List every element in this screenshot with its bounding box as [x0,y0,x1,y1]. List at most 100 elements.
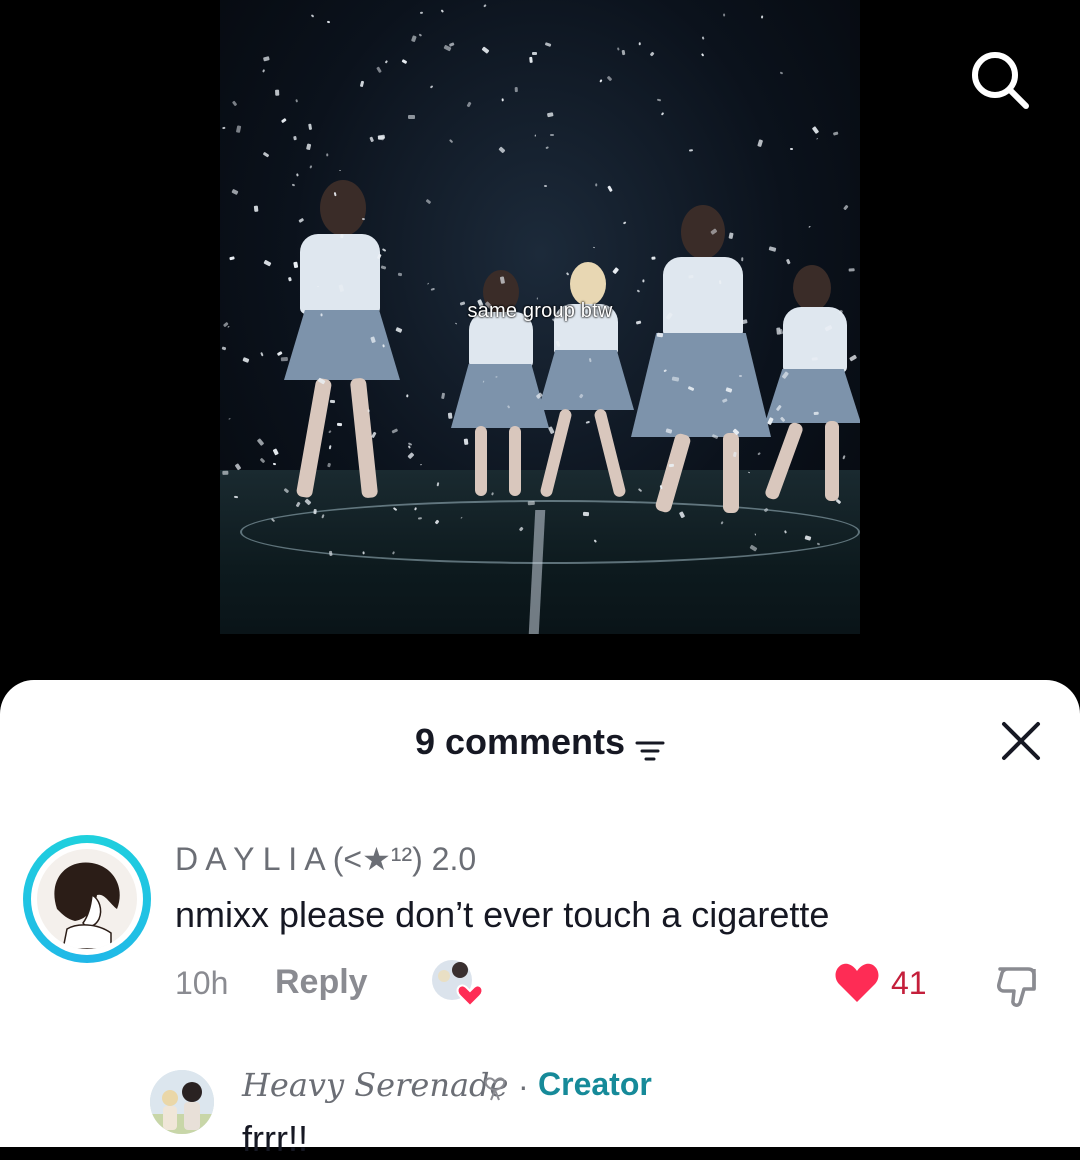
confetti-particle [221,471,229,476]
confetti-particle [780,71,784,75]
confetti-particle [275,89,280,97]
confetti-particle [338,170,341,172]
video-caption: same group btw [467,300,613,322]
confetti-particle [528,57,533,63]
confetti-particle [481,46,490,54]
confetti-particle [375,66,382,74]
confetti-particle [441,9,445,13]
confetti-particle [832,131,839,136]
comments-count-title: 9 comments [414,721,626,762]
confetti-particle [259,457,266,464]
confetti-particle [227,417,231,420]
creator-badge: Creator [538,1066,652,1102]
confetti-particle [815,137,818,141]
confetti-particle [294,99,299,104]
comment-username[interactable]: D A Y L I A (<★¹²) 2.0 [175,840,476,878]
comments-header: 9 comments [0,720,1080,764]
confetti-particle [757,139,763,147]
confetti-particle [256,438,265,447]
confetti-particle [307,123,312,131]
close-button[interactable] [998,718,1044,764]
confetti-particle [761,15,764,19]
confetti-particle [598,79,603,84]
reply-username[interactable]: Heavy Serenade [242,1066,508,1104]
ribbon-heart-icon [484,1077,506,1101]
confetti-particle [650,52,655,58]
dislike-button[interactable] [994,963,1042,1011]
confetti-particle [656,98,661,102]
confetti-particle [281,117,288,124]
confetti-particle [440,392,445,399]
confetti-particle [296,173,299,177]
confetti-particle [807,225,811,229]
confetti-particle [229,256,235,261]
confetti-particle [291,183,295,186]
confetti-particle [359,80,364,88]
comment-timestamp: 10h [175,965,229,1001]
confetti-particle [420,11,424,15]
confetti-particle [545,41,552,48]
confetti-particle [638,42,641,46]
confetti-particle [262,69,266,73]
sort-icon [635,741,665,761]
confetti-particle [528,501,536,506]
confetti-particle [700,52,705,57]
confetti-particle [592,246,595,249]
avatar[interactable] [23,835,151,963]
search-button[interactable] [968,48,1032,112]
confetti-particle [688,149,693,152]
confetti-particle [384,60,388,65]
confetti-particle [789,147,793,150]
confetti-particle [544,184,548,188]
confetti-particle [222,346,228,351]
confetti-particle [617,47,620,51]
like-count: 41 [891,965,927,1001]
search-icon [972,52,1029,109]
confetti-particle [546,112,554,117]
confetti-particle [467,101,472,107]
confetti-particle [231,100,238,107]
video-player[interactable]: same group btw [220,0,860,634]
confetti-particle [362,550,365,555]
confetti-particle [235,125,242,133]
reply-separator: · [518,1068,529,1104]
confetti-particle [723,13,726,16]
confetti-particle [326,153,329,157]
reply-avatar[interactable] [150,1070,214,1134]
confetti-particle [494,375,498,378]
confetti-particle [848,267,855,272]
confetti-particle [515,86,519,92]
creator-liked-badge [430,958,488,1008]
confetti-particle [401,59,407,65]
confetti-particle [227,325,230,329]
confetti-particle [425,199,431,205]
confetti-particle [310,13,315,18]
confetti-particle [498,146,507,154]
dancer-figure [270,180,410,520]
confetti-particle [408,445,412,449]
dancer-figure [625,205,775,525]
sort-button[interactable] [635,730,665,761]
confetti-particle [293,261,299,268]
creator-liked-heart-icon [432,960,484,1008]
confetti-particle [642,279,645,283]
confetti-particle [280,356,288,362]
comment-text: nmixx please don’t ever touch a cigarett… [175,894,830,935]
confetti-particle [242,356,250,363]
avatar-drawing-icon [54,862,120,949]
confetti-particle [621,50,626,56]
confetti-particle [595,183,598,186]
confetti-particle [377,134,385,140]
reply-button[interactable]: Reply [275,963,368,1002]
like-button[interactable] [834,962,880,1004]
confetti-particle [785,259,791,265]
confetti-particle [293,135,298,141]
avatar-photo-icon [150,1070,214,1134]
confetti-particle [222,127,226,130]
confetti-particle [775,327,781,335]
confetti-particle [419,33,423,36]
confetti-particle [501,98,505,102]
confetti-particle [406,393,409,397]
confetti-particle [407,114,415,120]
confetti-particle [262,56,270,62]
